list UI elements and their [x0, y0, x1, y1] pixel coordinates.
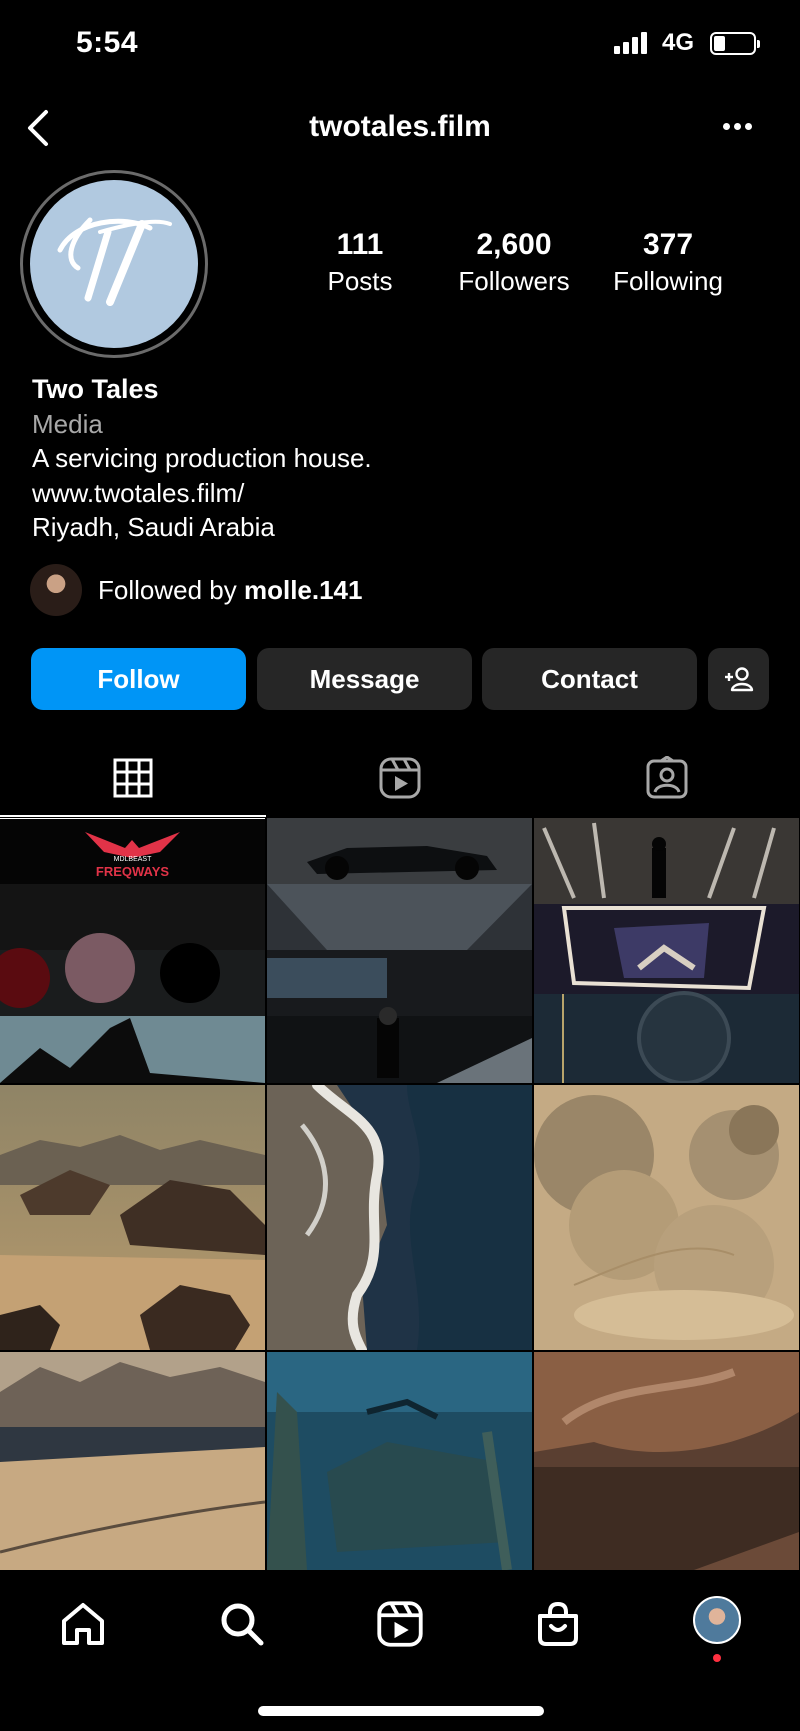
followers-label: Followers: [458, 266, 570, 296]
tagged-person-icon: [646, 756, 688, 799]
tab-reels[interactable]: [267, 752, 533, 804]
tab-grid[interactable]: [0, 752, 266, 804]
following-label: Following: [613, 266, 723, 296]
post-title-line2: FREQWAYS: [95, 864, 170, 879]
network-label: 4G: [662, 29, 695, 56]
follower-avatar: [30, 564, 82, 616]
profile-name: Two Tales: [32, 374, 159, 404]
home-icon: [62, 1603, 104, 1645]
contact-button[interactable]: Contact: [482, 648, 697, 710]
notification-dot: [713, 1654, 721, 1662]
post-thumbnail: [534, 1352, 799, 1570]
home-indicator: [258, 1706, 544, 1716]
followed-by[interactable]: Followed by molle.141: [30, 564, 362, 616]
nav-home[interactable]: [53, 1594, 113, 1654]
post-thumbnail: [267, 1085, 532, 1350]
grid-post[interactable]: [267, 818, 532, 1083]
following-count: 377: [642, 228, 694, 261]
post-thumbnail: [267, 1352, 532, 1570]
grid-post[interactable]: [267, 1085, 532, 1350]
reels-icon: [379, 757, 421, 799]
signal-icon: [614, 32, 650, 54]
post-thumbnail: [534, 818, 799, 1083]
grid-post[interactable]: [534, 1352, 799, 1570]
shopping-bag-icon: [538, 1601, 578, 1646]
profile-avatar[interactable]: [30, 180, 198, 348]
active-tab-indicator: [0, 815, 266, 817]
post-title-line1: MDLBEAST: [113, 856, 152, 863]
two-tales-logo: [57, 217, 172, 306]
post-thumbnail: [0, 1085, 265, 1350]
battery-icon: [710, 32, 760, 55]
stat-followers[interactable]: 2,600 Followers: [448, 228, 580, 297]
avatar[interactable]: [693, 1596, 741, 1644]
suggested-accounts-button[interactable]: [708, 648, 769, 710]
profile-category: Media: [32, 408, 103, 439]
tab-tagged[interactable]: [534, 752, 800, 804]
search-icon: [221, 1603, 264, 1646]
nav-reels[interactable]: [370, 1594, 430, 1654]
grid-icon: [113, 758, 153, 798]
message-button[interactable]: Message: [257, 648, 472, 710]
add-person-icon: [724, 667, 753, 692]
grid-post[interactable]: [534, 818, 799, 1083]
nav-shop[interactable]: [528, 1594, 588, 1654]
grid-post[interactable]: [0, 1352, 265, 1570]
post-thumbnail: [0, 1352, 265, 1570]
status-time: 5:54: [76, 26, 139, 59]
posts-label: Posts: [327, 266, 393, 296]
followed-by-user[interactable]: molle.141: [244, 575, 363, 605]
website-link[interactable]: www.twotales.film/: [32, 476, 372, 511]
followed-by-prefix: Followed by: [98, 574, 244, 605]
profile-bio: Two Tales Media A servicing production h…: [32, 372, 372, 545]
status-bar: 5:54 4G: [0, 0, 800, 90]
nav-search[interactable]: [212, 1594, 272, 1654]
post-thumbnail: [267, 818, 532, 1083]
stat-following[interactable]: 377 Following: [602, 228, 734, 297]
page-title: twotales.film: [309, 110, 491, 143]
followers-count: 2,600: [476, 228, 552, 261]
grid-post[interactable]: [267, 1352, 532, 1570]
grid-post[interactable]: [534, 1085, 799, 1350]
post-thumbnail: [534, 1085, 799, 1350]
grid-post[interactable]: [0, 1085, 265, 1350]
more-options-button[interactable]: [720, 120, 756, 134]
follow-button[interactable]: Follow: [31, 648, 246, 710]
posts-count: 111: [336, 228, 384, 261]
grid-post[interactable]: MDLBEAST FREQWAYS: [0, 818, 265, 1083]
location-text: Riyadh, Saudi Arabia: [32, 512, 275, 542]
stat-posts[interactable]: 111 Posts: [310, 228, 410, 297]
reels-icon: [377, 1601, 423, 1647]
bio-text: A servicing production house.: [32, 443, 372, 473]
